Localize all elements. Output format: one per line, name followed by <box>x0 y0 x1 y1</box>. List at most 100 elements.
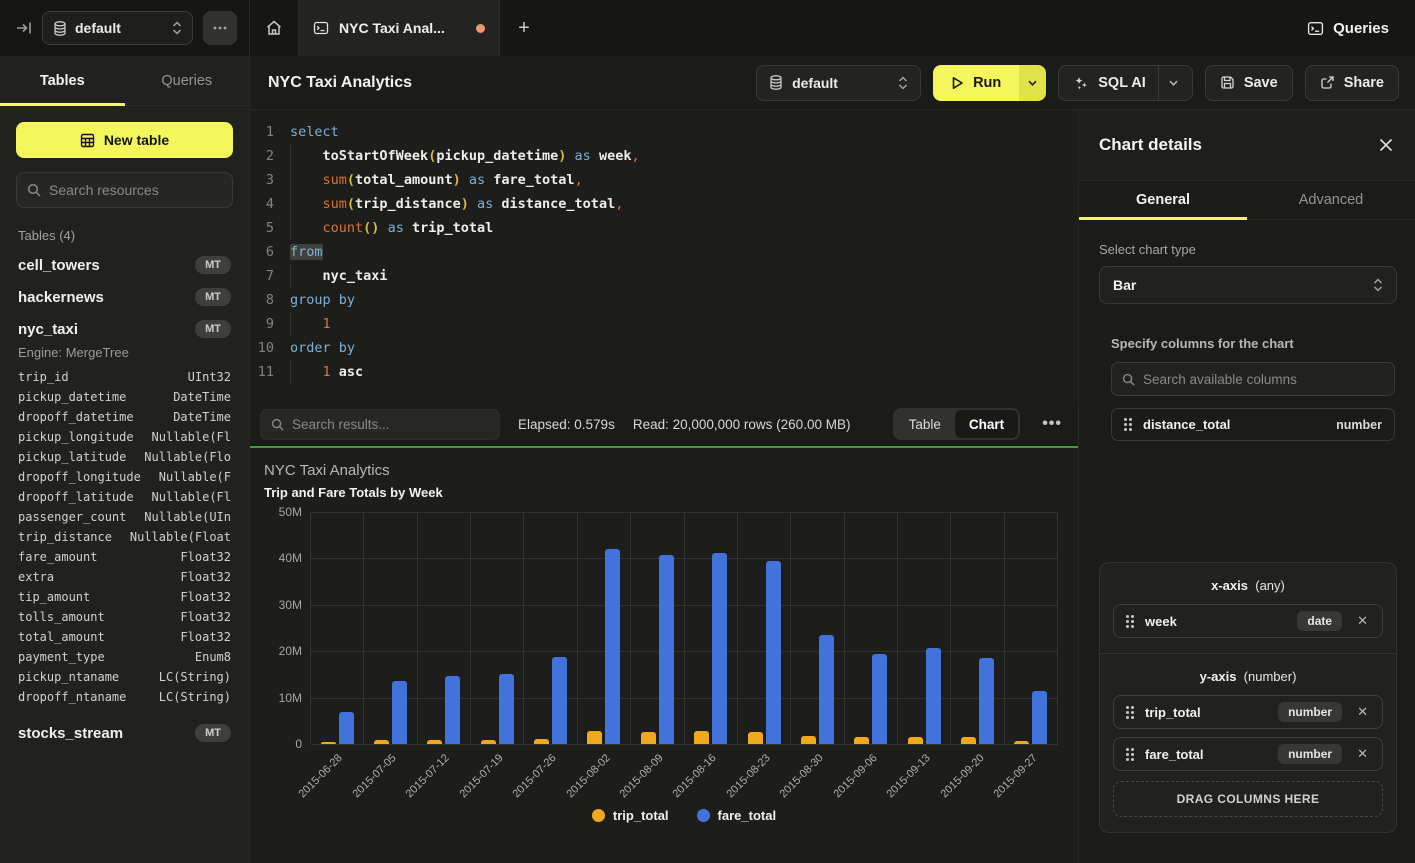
available-column-distance_total[interactable]: distance_totalnumber <box>1111 408 1395 441</box>
remove-icon[interactable]: ✕ <box>1353 613 1372 629</box>
tab-advanced[interactable]: Advanced <box>1247 181 1415 219</box>
axis-item-trip_total[interactable]: trip_totalnumber✕ <box>1113 695 1383 729</box>
column-row: fare_amountFloat32 <box>16 547 233 567</box>
column-name: total_amount <box>18 627 105 647</box>
resource-search-input[interactable] <box>49 182 222 198</box>
column-type: Nullable(F <box>159 467 231 487</box>
share-button[interactable]: Share <box>1305 65 1399 101</box>
column-row: tolls_amountFloat32 <box>16 607 233 627</box>
bar-fare_total[interactable] <box>926 648 941 745</box>
drag-handle-icon[interactable] <box>1126 748 1134 761</box>
remove-icon[interactable]: ✕ <box>1353 746 1372 762</box>
bar-trip_total[interactable] <box>587 731 602 744</box>
sidebar-tab-queries[interactable]: Queries <box>125 56 250 105</box>
bar-fare_total[interactable] <box>819 635 834 744</box>
sidebar-body: New table Tables (4) cell_towersMThacker… <box>0 106 249 765</box>
bar-fare_total[interactable] <box>979 658 994 744</box>
sidebar-more-button[interactable] <box>203 11 237 45</box>
home-button[interactable] <box>250 0 298 56</box>
columns-label: Specify columns for the chart <box>1111 336 1395 351</box>
database-selector[interactable]: default <box>42 11 193 45</box>
bar-fare_total[interactable] <box>552 657 567 744</box>
table-row-hackernews[interactable]: hackernewsMT <box>16 281 233 313</box>
sidebar-tab-tables[interactable]: Tables <box>0 56 125 105</box>
code-text: 1 <box>290 312 331 336</box>
drag-handle-icon[interactable] <box>1126 615 1134 628</box>
bar-trip_total[interactable] <box>961 737 976 744</box>
bar-fare_total[interactable] <box>605 549 620 744</box>
tab-general[interactable]: General <box>1079 181 1247 219</box>
table-row-stocks_stream[interactable]: stocks_streamMT <box>16 717 233 749</box>
resource-search[interactable] <box>16 172 233 208</box>
bar-trip_total[interactable] <box>854 737 869 744</box>
y-axis-section: y-axis (number) trip_totalnumber✕fare_to… <box>1100 653 1396 832</box>
column-row: dropoff_datetimeDateTime <box>16 407 233 427</box>
bar-fare_total[interactable] <box>1032 691 1047 744</box>
view-toggle-table[interactable]: Table <box>895 410 955 438</box>
drag-handle-icon[interactable] <box>1126 706 1134 719</box>
axis-item-fare_total[interactable]: fare_totalnumber✕ <box>1113 737 1383 771</box>
columns-search[interactable] <box>1111 362 1395 396</box>
code-line: 5 count() as trip_total <box>250 216 1078 240</box>
tab-label: NYC Taxi Anal... <box>339 20 466 36</box>
queries-link[interactable]: Queries <box>1281 20 1415 37</box>
table-name: nyc_taxi <box>18 321 78 338</box>
close-icon[interactable] <box>1379 138 1393 152</box>
drag-handle-icon[interactable] <box>1124 418 1132 431</box>
chart-type-value: Bar <box>1113 277 1373 293</box>
sql-ai-button[interactable]: SQL AI <box>1058 65 1193 101</box>
column-row: pickup_latitudeNullable(Flo <box>16 447 233 467</box>
bar-fare_total[interactable] <box>872 654 887 744</box>
column-type: LC(String) <box>159 667 231 687</box>
bar-fare_total[interactable] <box>766 561 781 744</box>
column-type: Nullable(Float <box>130 527 231 547</box>
columns-search-input[interactable] <box>1143 372 1384 387</box>
bar-trip_total[interactable] <box>694 731 709 744</box>
new-table-button[interactable]: New table <box>16 122 233 158</box>
save-button[interactable]: Save <box>1205 65 1293 101</box>
collapse-sidebar-icon[interactable] <box>16 20 32 36</box>
chart-type-select[interactable]: Bar <box>1099 266 1397 304</box>
bar-trip_total[interactable] <box>908 737 923 744</box>
chart-plot[interactable] <box>310 512 1058 744</box>
bar-fare_total[interactable] <box>499 674 514 744</box>
remove-icon[interactable]: ✕ <box>1353 704 1372 720</box>
line-number: 6 <box>250 240 290 264</box>
table-row-nyc_taxi[interactable]: nyc_taxiMT <box>16 313 233 345</box>
new-tab-button[interactable]: + <box>500 0 548 56</box>
x-tick: 2015-09-27 <box>1004 744 1057 806</box>
run-options-button[interactable] <box>1019 65 1046 101</box>
code-line: 6from <box>250 240 1078 264</box>
sql-editor[interactable]: 1select2 toStartOfWeek(pickup_datetime) … <box>250 110 1078 402</box>
chart-plot-area: 50M40M30M20M10M0 <box>310 512 1058 744</box>
run-button[interactable]: Run <box>933 65 1019 101</box>
column-row: trip_distance Nullable(Float <box>16 527 233 547</box>
legend-item-fare_total[interactable]: fare_total <box>697 808 777 823</box>
line-number: 4 <box>250 192 290 216</box>
results-search[interactable] <box>260 409 500 440</box>
drop-zone[interactable]: DRAG COLUMNS HERE <box>1113 781 1383 817</box>
sql-ai-options-button[interactable] <box>1158 66 1178 100</box>
bar-fare_total[interactable] <box>445 676 460 744</box>
bar-fare_total[interactable] <box>712 553 727 744</box>
legend-item-trip_total[interactable]: trip_total <box>592 808 669 823</box>
bar-trip_total[interactable] <box>801 736 816 744</box>
column-name: trip_distance <box>18 527 112 547</box>
table-row-cell_towers[interactable]: cell_towersMT <box>16 249 233 281</box>
column-name: week <box>1145 614 1286 629</box>
toolbar-database-selector[interactable]: default <box>756 65 921 101</box>
line-number: 8 <box>250 288 290 312</box>
view-toggle-chart[interactable]: Chart <box>955 410 1018 438</box>
bar-fare_total[interactable] <box>339 712 354 744</box>
results-more-button[interactable]: ••• <box>1038 415 1066 433</box>
bar-trip_total[interactable] <box>641 732 656 744</box>
bar-fare_total[interactable] <box>392 681 407 744</box>
available-columns-list: distance_totalnumber <box>1111 408 1395 441</box>
results-search-input[interactable] <box>292 417 489 432</box>
code-text: sum(trip_distance) as distance_total, <box>290 192 623 216</box>
bar-trip_total[interactable] <box>748 732 763 744</box>
bar-group <box>738 512 791 744</box>
tab-nyc-taxi-analytics[interactable]: NYC Taxi Anal... <box>298 0 500 56</box>
axis-item-week[interactable]: weekdate✕ <box>1113 604 1383 638</box>
bar-fare_total[interactable] <box>659 555 674 744</box>
